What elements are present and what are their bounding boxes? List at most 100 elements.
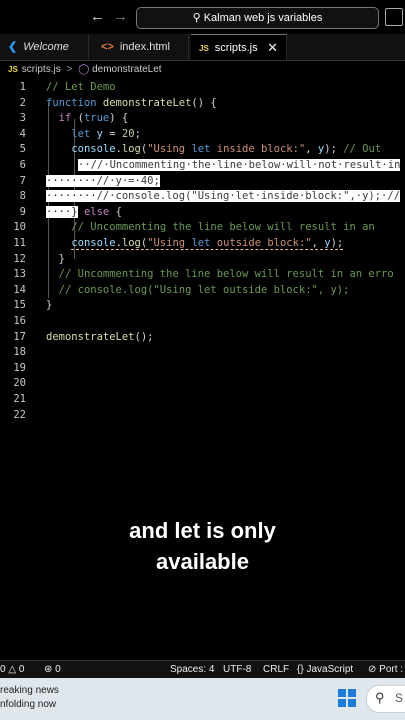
line-number: 16	[13, 315, 26, 327]
editor-tabs: ❮ Welcome <> index.html JS scripts.js ✕	[0, 34, 405, 61]
tab-label: scripts.js	[214, 42, 258, 54]
code-line[interactable]: 10 // Uncommenting the line below will re…	[0, 220, 405, 236]
tab-label: Welcome	[23, 41, 69, 53]
code-text: demonstrateLet();	[46, 330, 154, 343]
port-status[interactable]: ⊘ Port :	[368, 661, 403, 678]
line-number: 9	[19, 205, 26, 218]
code-line[interactable]: 2 function demonstrateLet() {	[0, 96, 405, 112]
caption-line-2: available	[156, 549, 249, 574]
problems-status[interactable]: 0 △ 0	[0, 661, 24, 678]
code-text: ········//·console.log("Using·let·inside…	[46, 190, 401, 203]
taskbar-search[interactable]: ⚲ S	[366, 685, 405, 713]
line-number: 11	[13, 237, 26, 249]
vscode-icon: ❮	[8, 41, 18, 53]
language-status[interactable]: {} JavaScript	[297, 661, 353, 678]
braces-icon: {}	[297, 664, 304, 675]
news-widget-subtitle[interactable]: nfolding now	[0, 699, 56, 710]
line-number: 18	[13, 346, 26, 359]
code-line[interactable]: 20	[0, 376, 405, 392]
breadcrumb-file[interactable]: scripts.js	[22, 64, 61, 75]
arrow-right-icon[interactable]: →	[113, 8, 128, 25]
windows-start-icon[interactable]	[338, 689, 356, 707]
indentation-status[interactable]: Spaces: 4	[170, 661, 214, 678]
line-number: 2	[19, 96, 26, 109]
breadcrumb: JS scripts.js > ◯ demonstrateLet	[0, 61, 405, 79]
code-line[interactable]: 22	[0, 408, 405, 424]
broadcast-icon: ⊛	[44, 664, 53, 675]
tab-label: index.html	[119, 41, 170, 53]
line-number: 3	[19, 112, 26, 125]
warning-icon: △	[8, 664, 17, 675]
arrow-left-icon[interactable]: ←	[90, 8, 105, 25]
code-line[interactable]: 15}	[0, 298, 405, 314]
line-number: 10	[13, 221, 26, 234]
line-number: 14	[13, 283, 26, 296]
code-text: }	[46, 299, 53, 312]
line-number: 21	[13, 393, 26, 405]
code-line[interactable]: 21	[0, 392, 405, 408]
code-line[interactable]: 4 let y = 20;	[0, 127, 405, 143]
code-text: function demonstrateLet() {	[46, 96, 217, 109]
search-icon: ⚲	[192, 12, 201, 24]
layout-icon[interactable]	[385, 8, 403, 26]
news-widget-title[interactable]: reaking news	[0, 685, 59, 696]
close-icon[interactable]: ✕	[267, 35, 278, 61]
code-line[interactable]: 18	[0, 345, 405, 361]
line-number: 8	[19, 190, 26, 203]
code-text: let y = 20;	[71, 127, 141, 140]
line-number: 1	[19, 81, 26, 93]
js-file-icon: JS	[199, 44, 209, 53]
breadcrumb-separator: >	[66, 64, 73, 75]
ports-status[interactable]: ⊛ 0	[44, 661, 61, 678]
code-line[interactable]: 12}	[0, 252, 405, 268]
encoding-status[interactable]: UTF-8	[223, 661, 251, 678]
code-line[interactable]: 3 if (true) {	[0, 111, 405, 127]
command-center-search[interactable]: ⚲ Kalman web js variables	[136, 7, 379, 29]
code-line[interactable]: 1 // Let Demo	[0, 80, 405, 96]
code-text: ····} else {	[46, 205, 122, 218]
code-line[interactable]: 19	[0, 361, 405, 377]
title-bar: ← → ⚲ Kalman web js variables	[0, 0, 405, 34]
code-line[interactable]: 9 ····} else {	[0, 205, 405, 221]
code-line[interactable]: 14 // console.log("Using let outside bloc…	[0, 283, 405, 299]
js-file-icon: JS	[8, 65, 18, 74]
code-line[interactable]: 11 console.log("Using let outside block:"…	[0, 236, 405, 252]
code-text: ········//·y·=·40;	[46, 174, 160, 187]
error-count: 0	[0, 664, 6, 675]
code-text: // Uncommenting the line below will resu…	[71, 221, 375, 234]
search-text: Kalman web js variables	[203, 12, 323, 24]
line-number: 6	[19, 159, 26, 171]
code-line[interactable]: 17 demonstrateLet();	[0, 330, 405, 346]
code-text: if (true) {	[58, 112, 129, 125]
code-text: // console.log("Using let outside block:…	[58, 283, 350, 296]
breadcrumb-symbol[interactable]: demonstrateLet	[92, 64, 162, 75]
code-line[interactable]: 6 ··//·Uncommenting·the·line·below·will·n…	[0, 158, 405, 174]
search-icon: ⚲	[375, 690, 385, 705]
tab-scripts-js[interactable]: JS scripts.js ✕	[191, 34, 287, 60]
code-line[interactable]: 8 ········//·console.log("Using·let·insid…	[0, 189, 405, 205]
code-text: console.log("Using let inside block:", y…	[71, 143, 382, 156]
code-line[interactable]: 16	[0, 314, 405, 330]
cube-icon: ◯	[78, 64, 90, 75]
video-caption: and let is only available	[0, 515, 405, 577]
warning-count: 0	[18, 664, 25, 675]
language-label: JavaScript	[306, 664, 354, 675]
line-number: 20	[13, 377, 26, 390]
code-line[interactable]: 13 // Uncommenting the line below will re…	[0, 267, 405, 283]
code-text: ··//·Uncommenting·the·line·below·will·no…	[78, 159, 401, 171]
code-line[interactable]: 5 console.log("Using let inside block:", …	[0, 142, 405, 158]
caption-line-1: and let is only	[129, 518, 276, 543]
code-text: // Let Demo	[46, 81, 116, 93]
line-number: 22	[13, 408, 26, 421]
tab-welcome[interactable]: ❮ Welcome	[0, 34, 89, 60]
eol-status[interactable]: CRLF	[263, 661, 289, 678]
line-number: 13	[13, 268, 26, 281]
line-number: 4	[19, 127, 26, 140]
tab-index-html[interactable]: <> index.html	[89, 34, 189, 60]
code-text: // Uncommenting the line below will resu…	[58, 268, 394, 281]
line-number: 12	[13, 252, 26, 265]
line-number: 19	[13, 361, 26, 374]
html-file-icon: <>	[101, 41, 114, 53]
code-line[interactable]: 7 ········//·y·=·40;	[0, 174, 405, 190]
line-number: 5	[19, 143, 26, 156]
